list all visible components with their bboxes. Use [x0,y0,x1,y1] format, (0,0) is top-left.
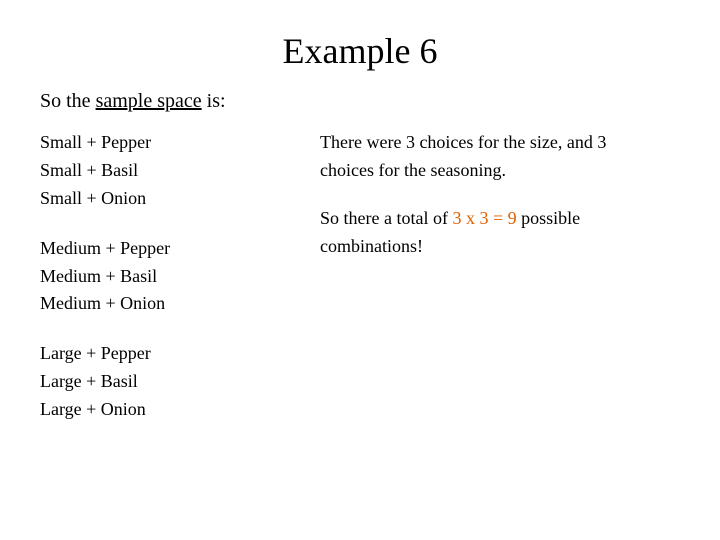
list-item: Medium + Pepper [40,235,320,263]
list-item: Small + Onion [40,185,320,213]
explanation-1: There were 3 choices for the size, and 3… [320,129,660,185]
subtitle-after: is: [202,90,226,112]
list-item: Large + Onion [40,396,320,424]
page-title: Example 6 [40,30,680,72]
subtitle: So the sample space is: [40,90,680,113]
subtitle-before: So the [40,90,96,112]
large-group: Large + Pepper Large + Basil Large + Oni… [40,340,320,424]
small-group: Small + Pepper Small + Basil Small + Oni… [40,129,320,213]
list-item: Medium + Basil [40,263,320,291]
subtitle-underline: sample space [96,90,202,112]
main-content: Small + Pepper Small + Basil Small + Oni… [40,129,680,446]
explanation-1-text: There were 3 choices for the size, and 3… [320,132,606,180]
list-item: Medium + Onion [40,290,320,318]
list-item: Small + Basil [40,157,320,185]
list-item: Small + Pepper [40,129,320,157]
explanation-2-highlight: 3 x 3 = 9 [452,208,516,228]
right-column: There were 3 choices for the size, and 3… [320,129,680,446]
list-item: Large + Pepper [40,340,320,368]
list-item: Large + Basil [40,368,320,396]
page: Example 6 So the sample space is: Small … [0,0,720,540]
left-column: Small + Pepper Small + Basil Small + Oni… [40,129,320,446]
explanation-2-before: So there a total of [320,208,452,228]
medium-group: Medium + Pepper Medium + Basil Medium + … [40,235,320,319]
explanation-2: So there a total of 3 x 3 = 9 possible c… [320,205,660,261]
